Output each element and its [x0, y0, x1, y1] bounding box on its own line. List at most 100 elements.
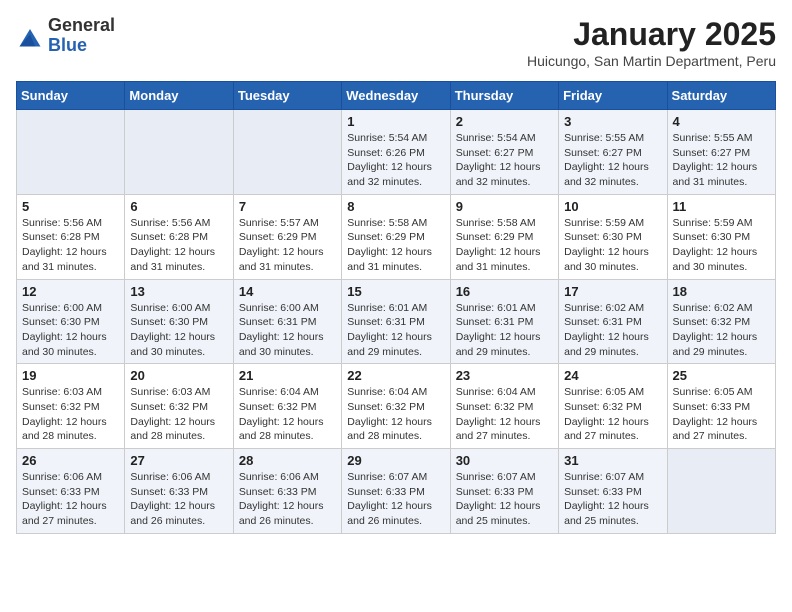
weekday-header-saturday: Saturday [667, 82, 775, 110]
day-info: Sunrise: 5:57 AM Sunset: 6:29 PM Dayligh… [239, 216, 336, 275]
calendar-cell: 28 Sunrise: 6:06 AM Sunset: 6:33 PM Dayli… [233, 449, 341, 534]
calendar-cell: 27 Sunrise: 6:06 AM Sunset: 6:33 PM Dayli… [125, 449, 233, 534]
calendar-cell: 6 Sunrise: 5:56 AM Sunset: 6:28 PM Daylig… [125, 194, 233, 279]
weekday-header-row: SundayMondayTuesdayWednesdayThursdayFrid… [17, 82, 776, 110]
day-number: 26 [22, 453, 119, 468]
day-info: Sunrise: 5:59 AM Sunset: 6:30 PM Dayligh… [564, 216, 661, 275]
day-number: 15 [347, 284, 444, 299]
weekday-header-monday: Monday [125, 82, 233, 110]
day-info: Sunrise: 6:06 AM Sunset: 6:33 PM Dayligh… [130, 470, 227, 529]
day-info: Sunrise: 6:00 AM Sunset: 6:30 PM Dayligh… [22, 301, 119, 360]
day-info: Sunrise: 6:05 AM Sunset: 6:33 PM Dayligh… [673, 385, 770, 444]
day-info: Sunrise: 5:54 AM Sunset: 6:26 PM Dayligh… [347, 131, 444, 190]
day-number: 2 [456, 114, 553, 129]
calendar-cell: 1 Sunrise: 5:54 AM Sunset: 6:26 PM Daylig… [342, 110, 450, 195]
day-number: 9 [456, 199, 553, 214]
day-info: Sunrise: 6:04 AM Sunset: 6:32 PM Dayligh… [456, 385, 553, 444]
calendar-cell: 9 Sunrise: 5:58 AM Sunset: 6:29 PM Daylig… [450, 194, 558, 279]
calendar-cell: 4 Sunrise: 5:55 AM Sunset: 6:27 PM Daylig… [667, 110, 775, 195]
calendar-cell: 2 Sunrise: 5:54 AM Sunset: 6:27 PM Daylig… [450, 110, 558, 195]
day-number: 16 [456, 284, 553, 299]
week-row-4: 19 Sunrise: 6:03 AM Sunset: 6:32 PM Dayli… [17, 364, 776, 449]
day-number: 13 [130, 284, 227, 299]
day-number: 5 [22, 199, 119, 214]
week-row-3: 12 Sunrise: 6:00 AM Sunset: 6:30 PM Dayli… [17, 279, 776, 364]
calendar-cell: 3Sunrise: 5:55 AM Sunset: 6:27 PM Daylig… [559, 110, 667, 195]
calendar-cell: 22 Sunrise: 6:04 AM Sunset: 6:32 PM Dayli… [342, 364, 450, 449]
weekday-header-tuesday: Tuesday [233, 82, 341, 110]
day-info: Sunrise: 5:56 AM Sunset: 6:28 PM Dayligh… [22, 216, 119, 275]
logo-blue: Blue [48, 35, 87, 55]
day-number: 20 [130, 368, 227, 383]
calendar-cell [125, 110, 233, 195]
day-number: 23 [456, 368, 553, 383]
calendar-cell: 23 Sunrise: 6:04 AM Sunset: 6:32 PM Dayli… [450, 364, 558, 449]
month-title: January 2025 [527, 16, 776, 53]
calendar-cell: 24 Sunrise: 6:05 AM Sunset: 6:32 PM Dayli… [559, 364, 667, 449]
day-number: 22 [347, 368, 444, 383]
calendar-cell: 10 Sunrise: 5:59 AM Sunset: 6:30 PM Dayli… [559, 194, 667, 279]
calendar-cell: 19 Sunrise: 6:03 AM Sunset: 6:32 PM Dayli… [17, 364, 125, 449]
week-row-1: 1 Sunrise: 5:54 AM Sunset: 6:26 PM Daylig… [17, 110, 776, 195]
day-info: Sunrise: 6:04 AM Sunset: 6:32 PM Dayligh… [347, 385, 444, 444]
day-info: Sunrise: 6:06 AM Sunset: 6:33 PM Dayligh… [239, 470, 336, 529]
weekday-header-thursday: Thursday [450, 82, 558, 110]
calendar-cell: 21Sunrise: 6:04 AM Sunset: 6:32 PM Dayli… [233, 364, 341, 449]
day-number: 8 [347, 199, 444, 214]
day-info: Sunrise: 6:07 AM Sunset: 6:33 PM Dayligh… [456, 470, 553, 529]
day-number: 3 [564, 114, 661, 129]
day-number: 27 [130, 453, 227, 468]
day-number: 7 [239, 199, 336, 214]
day-info: Sunrise: 5:59 AM Sunset: 6:30 PM Dayligh… [673, 216, 770, 275]
calendar-table: SundayMondayTuesdayWednesdayThursdayFrid… [16, 81, 776, 534]
day-info: Sunrise: 6:00 AM Sunset: 6:30 PM Dayligh… [130, 301, 227, 360]
day-info: Sunrise: 5:56 AM Sunset: 6:28 PM Dayligh… [130, 216, 227, 275]
day-info: Sunrise: 5:58 AM Sunset: 6:29 PM Dayligh… [456, 216, 553, 275]
day-number: 6 [130, 199, 227, 214]
weekday-header-friday: Friday [559, 82, 667, 110]
calendar-cell: 16 Sunrise: 6:01 AM Sunset: 6:31 PM Dayli… [450, 279, 558, 364]
day-number: 4 [673, 114, 770, 129]
location-subtitle: Huicungo, San Martin Department, Peru [527, 53, 776, 69]
day-info: Sunrise: 5:58 AM Sunset: 6:29 PM Dayligh… [347, 216, 444, 275]
calendar-cell [233, 110, 341, 195]
day-number: 21 [239, 368, 336, 383]
calendar-cell: 15 Sunrise: 6:01 AM Sunset: 6:31 PM Dayli… [342, 279, 450, 364]
day-info: Sunrise: 6:06 AM Sunset: 6:33 PM Dayligh… [22, 470, 119, 529]
day-number: 12 [22, 284, 119, 299]
day-info: Sunrise: 6:03 AM Sunset: 6:32 PM Dayligh… [22, 385, 119, 444]
day-info: Sunrise: 6:07 AM Sunset: 6:33 PM Dayligh… [347, 470, 444, 529]
day-number: 19 [22, 368, 119, 383]
calendar-cell: 7 Sunrise: 5:57 AM Sunset: 6:29 PM Daylig… [233, 194, 341, 279]
day-number: 28 [239, 453, 336, 468]
calendar-cell: 30 Sunrise: 6:07 AM Sunset: 6:33 PM Dayli… [450, 449, 558, 534]
day-number: 14 [239, 284, 336, 299]
weekday-header-sunday: Sunday [17, 82, 125, 110]
day-info: Sunrise: 6:05 AM Sunset: 6:32 PM Dayligh… [564, 385, 661, 444]
day-info: Sunrise: 5:55 AM Sunset: 6:27 PM Dayligh… [673, 131, 770, 190]
calendar-cell: 13 Sunrise: 6:00 AM Sunset: 6:30 PM Dayli… [125, 279, 233, 364]
day-number: 10 [564, 199, 661, 214]
calendar-cell: 20Sunrise: 6:03 AM Sunset: 6:32 PM Dayli… [125, 364, 233, 449]
week-row-2: 5 Sunrise: 5:56 AM Sunset: 6:28 PM Daylig… [17, 194, 776, 279]
day-number: 11 [673, 199, 770, 214]
calendar-cell: 8 Sunrise: 5:58 AM Sunset: 6:29 PM Daylig… [342, 194, 450, 279]
day-info: Sunrise: 5:54 AM Sunset: 6:27 PM Dayligh… [456, 131, 553, 190]
day-info: Sunrise: 6:01 AM Sunset: 6:31 PM Dayligh… [456, 301, 553, 360]
calendar-cell: 29 Sunrise: 6:07 AM Sunset: 6:33 PM Dayli… [342, 449, 450, 534]
day-number: 17 [564, 284, 661, 299]
day-number: 29 [347, 453, 444, 468]
day-number: 24 [564, 368, 661, 383]
day-info: Sunrise: 6:07 AM Sunset: 6:33 PM Dayligh… [564, 470, 661, 529]
day-number: 30 [456, 453, 553, 468]
day-number: 1 [347, 114, 444, 129]
calendar-cell: 11 Sunrise: 5:59 AM Sunset: 6:30 PM Dayli… [667, 194, 775, 279]
calendar-cell: 26 Sunrise: 6:06 AM Sunset: 6:33 PM Dayli… [17, 449, 125, 534]
weekday-header-wednesday: Wednesday [342, 82, 450, 110]
calendar-cell: 31Sunrise: 6:07 AM Sunset: 6:33 PM Dayli… [559, 449, 667, 534]
calendar-cell [17, 110, 125, 195]
week-row-5: 26 Sunrise: 6:06 AM Sunset: 6:33 PM Dayli… [17, 449, 776, 534]
day-info: Sunrise: 6:01 AM Sunset: 6:31 PM Dayligh… [347, 301, 444, 360]
calendar-cell: 18Sunrise: 6:02 AM Sunset: 6:32 PM Dayli… [667, 279, 775, 364]
day-number: 18 [673, 284, 770, 299]
